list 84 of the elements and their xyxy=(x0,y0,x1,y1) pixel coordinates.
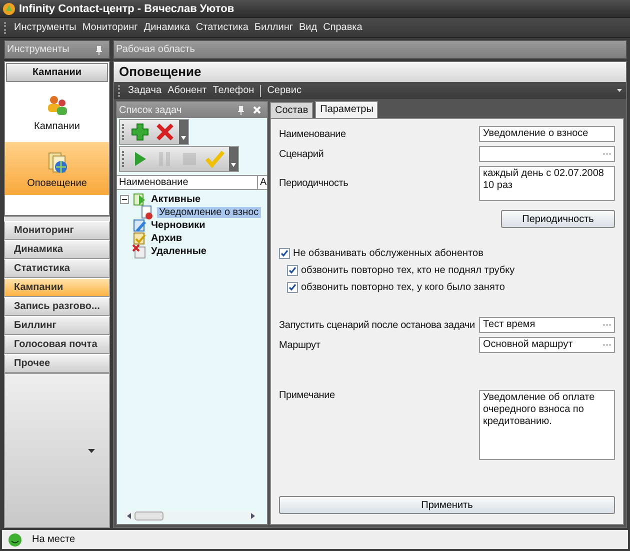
group-item[interactable]: Кампании xyxy=(5,85,109,138)
people-icon xyxy=(45,94,69,118)
caret-icon xyxy=(231,163,236,167)
checkbox[interactable] xyxy=(287,282,298,293)
group-item[interactable]: Оповещение xyxy=(5,142,109,195)
field-label: Примечание xyxy=(279,390,336,401)
periodicity-button[interactable]: Периодичность xyxy=(501,210,615,228)
nav-button[interactable]: Прочее xyxy=(4,354,110,373)
field-label: Периодичность xyxy=(279,178,350,189)
cross-document-icon xyxy=(132,244,147,259)
toolbar-button[interactable] xyxy=(129,121,151,143)
input-field[interactable]: Уведомление о взносе xyxy=(479,126,615,142)
nav-button[interactable]: Динамика xyxy=(4,240,110,259)
app-icon xyxy=(2,2,16,16)
status-text: На месте xyxy=(32,534,76,545)
menu-item[interactable]: Справка xyxy=(323,22,362,33)
ellipsis-icon xyxy=(603,343,611,347)
ellipsis-icon xyxy=(603,323,611,327)
input-field[interactable] xyxy=(479,146,615,162)
caret-icon xyxy=(181,136,186,140)
nav-button[interactable]: Мониторинг xyxy=(4,221,110,240)
nav-button[interactable]: Запись разгово... xyxy=(4,297,110,316)
checkbox-label: обзвонить повторно тех, у кого было занято xyxy=(301,282,505,293)
smiley-icon xyxy=(8,532,22,546)
text-area[interactable]: Уведомление об оплате очередного взноса по кредитованию. xyxy=(479,390,615,460)
apply-button[interactable]: Применить xyxy=(279,496,615,514)
tab[interactable]: Параметры xyxy=(315,101,378,118)
menu-item[interactable]: Биллинг xyxy=(254,22,293,33)
tree-item[interactable]: Уведомление о взнос xyxy=(157,207,261,218)
field-label: Наименование xyxy=(279,128,347,140)
menu-item[interactable]: Инструменты xyxy=(14,22,76,33)
tab[interactable]: Состав xyxy=(270,102,314,118)
field-label: Сценарий xyxy=(279,148,325,160)
text-area[interactable]: каждый день с 02.07.2008 10 раз xyxy=(479,166,615,201)
input-field[interactable]: Тест время xyxy=(479,317,615,333)
field-label: Запустить сценарий после останова задачи xyxy=(279,320,476,330)
checkbox-label: обзвонить повторно тех, кто не поднял трубку xyxy=(301,265,515,276)
document-title: Оповещение xyxy=(114,62,626,82)
panel-title: Список задач xyxy=(119,104,183,116)
plus-icon xyxy=(130,122,150,142)
overflow-button[interactable] xyxy=(179,120,188,144)
check-icon xyxy=(205,149,225,169)
caret-icon xyxy=(617,88,622,92)
collapse-toggle-icon[interactable] xyxy=(120,195,129,204)
toolbar-item[interactable]: Сервис xyxy=(267,85,302,96)
panel-title: Инструменты xyxy=(7,44,70,55)
menu-item[interactable]: Вид xyxy=(299,22,318,33)
overflow-button[interactable] xyxy=(229,147,238,171)
pin-icon xyxy=(95,44,103,54)
tree-item[interactable]: Архив xyxy=(149,233,184,244)
toolbar-button[interactable] xyxy=(154,121,176,143)
nav-button[interactable]: Биллинг xyxy=(4,316,110,335)
nav-button[interactable]: Кампании xyxy=(4,278,110,297)
tree-item[interactable]: Черновики xyxy=(149,220,208,231)
group-header[interactable]: Кампании xyxy=(6,63,108,82)
pin-icon xyxy=(237,105,245,115)
nav-button[interactable]: Статистика xyxy=(4,259,110,278)
caret-icon xyxy=(88,448,95,452)
column-header[interactable]: А xyxy=(258,176,267,189)
folder-play-icon xyxy=(132,192,147,207)
field-label: Маршрут xyxy=(279,340,322,350)
column-header[interactable]: Наименование xyxy=(117,176,258,189)
tree-item[interactable]: Активные xyxy=(149,194,203,205)
check-folder-icon xyxy=(132,231,147,246)
nav-button[interactable]: Голосовая почта xyxy=(4,335,110,354)
toolbar-item[interactable]: Абонент xyxy=(168,85,207,96)
cross-icon xyxy=(155,122,175,142)
checkbox[interactable] xyxy=(287,265,298,276)
menu-item[interactable]: Мониторинг xyxy=(82,22,138,33)
checkbox-label: Не обзванивать обслуженных абонентов xyxy=(293,248,484,259)
menu-item[interactable]: Статистика xyxy=(196,22,248,33)
panel-title: Рабочая область xyxy=(116,44,195,55)
menu-item[interactable]: Динамика xyxy=(144,22,190,33)
close-icon xyxy=(253,106,261,114)
ellipsis-icon xyxy=(603,152,611,156)
toolbar-item[interactable]: Телефон xyxy=(212,85,254,96)
input-field[interactable]: Основной маршрут xyxy=(479,337,615,353)
toolbar-item[interactable]: Задача xyxy=(128,85,162,96)
checkbox[interactable] xyxy=(279,248,290,259)
window-title: Infinity Contact-центр - Вячеслав Уютов xyxy=(19,2,234,14)
document-icon xyxy=(140,205,155,220)
nav-overflow-button[interactable] xyxy=(4,373,110,528)
tree-item[interactable]: Удаленные xyxy=(149,246,208,257)
pencil-icon xyxy=(132,218,147,233)
